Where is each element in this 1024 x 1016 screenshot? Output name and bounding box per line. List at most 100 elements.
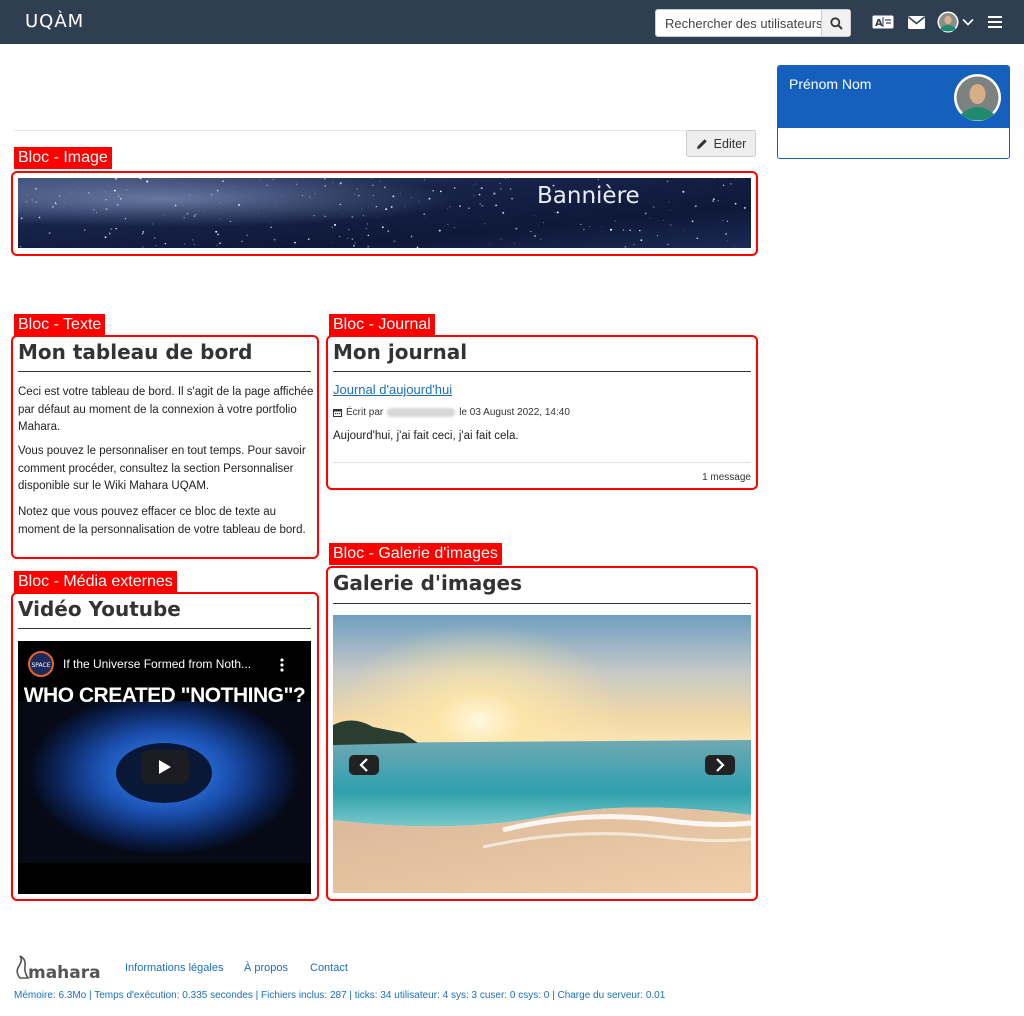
star-dot (105, 208, 108, 211)
site-logo[interactable]: UQÀM (25, 11, 84, 32)
star-dot (390, 205, 393, 208)
star-dot (743, 206, 746, 209)
profile-name[interactable]: Prénom Nom (789, 76, 871, 92)
star-dot (104, 190, 106, 192)
star-dot (210, 193, 213, 196)
star-dot (502, 211, 505, 214)
language-button[interactable]: A (872, 12, 894, 32)
edit-button[interactable]: Editer (686, 130, 756, 157)
star-dot (730, 197, 732, 199)
journal-block-title: Mon journal (333, 340, 468, 364)
more-options-icon[interactable] (280, 658, 284, 672)
star-dot (534, 215, 535, 216)
star-dot (281, 195, 283, 196)
star-dot (404, 207, 406, 208)
star-dot (164, 214, 166, 216)
star-dot (479, 203, 481, 205)
gallery-carousel (333, 615, 751, 893)
star-dot (199, 211, 201, 213)
star-dot (399, 193, 401, 194)
star-dot (656, 235, 659, 237)
star-dot (484, 223, 486, 225)
user-menu-button[interactable] (935, 11, 975, 33)
star-dot (117, 193, 119, 195)
star-dot (668, 201, 670, 203)
star-dot (296, 183, 298, 185)
search-icon (829, 16, 843, 30)
star-dot (73, 185, 75, 187)
star-dot (712, 198, 715, 201)
star-dot (453, 226, 456, 229)
author-name-redacted[interactable] (387, 408, 456, 417)
star-dot (146, 180, 149, 183)
star-dot (332, 242, 334, 243)
star-dot (215, 230, 218, 233)
star-dot (554, 211, 556, 213)
star-dot (371, 178, 372, 180)
star-dot (353, 244, 355, 247)
star-dot (424, 179, 425, 181)
gallery-next-button[interactable] (705, 755, 735, 775)
star-dot (270, 221, 272, 223)
media-block-rule (18, 628, 311, 629)
profile-avatar[interactable] (954, 74, 1001, 121)
gallery-prev-button[interactable] (349, 755, 379, 775)
language-icon: A (872, 15, 894, 29)
search-button[interactable] (821, 10, 850, 36)
star-dot (465, 204, 466, 206)
journal-block-rule (333, 371, 751, 372)
annotation-tag-text: Bloc - Texte (14, 314, 106, 336)
footer-link-legal[interactable]: Informations légales (125, 962, 223, 974)
star-dot (181, 202, 182, 203)
star-dot (471, 184, 473, 186)
channel-avatar[interactable]: SPACE (28, 651, 54, 677)
star-dot (54, 202, 56, 204)
text-block-paragraph-3: Notez que vous pouvez effacer ce bloc de… (18, 506, 306, 536)
star-dot (324, 178, 326, 180)
play-icon (159, 760, 171, 774)
top-navbar: UQÀM A (0, 0, 1024, 44)
messages-button[interactable] (905, 12, 927, 32)
star-dot (25, 200, 28, 203)
search-input[interactable] (656, 10, 821, 36)
star-dot (195, 213, 197, 216)
star-dot (428, 197, 431, 200)
hamburger-menu-icon (988, 16, 1002, 28)
star-dot (183, 216, 185, 219)
star-dot (356, 188, 358, 190)
video-title[interactable]: If the Universe Formed from Noth... (63, 657, 251, 671)
star-dot (495, 204, 497, 207)
star-dot (733, 246, 735, 248)
star-dot (203, 210, 205, 212)
page-divider (14, 130, 756, 131)
footer-link-about[interactable]: À propos (244, 962, 288, 974)
star-dot (69, 189, 70, 190)
star-dot (35, 187, 37, 190)
star-dot (64, 202, 66, 204)
star-dot (682, 190, 685, 193)
star-dot (105, 199, 107, 201)
mahara-logo[interactable]: mahara (14, 954, 101, 983)
journal-entry-link[interactable]: Journal d'aujourd'hui (333, 382, 452, 397)
star-dot (164, 242, 167, 245)
journal-entry-meta: Écrit par le 03 August 2022, 14:40 (333, 407, 570, 418)
star-dot (556, 211, 559, 214)
annotation-tag-image: Bloc - Image (14, 147, 112, 169)
play-button[interactable] (141, 750, 189, 784)
star-dot (229, 220, 232, 223)
star-dot (366, 228, 368, 230)
youtube-video-player[interactable]: SPACE If the Universe Formed from Noth..… (18, 641, 311, 894)
star-dot (726, 220, 729, 222)
star-dot (410, 196, 413, 199)
star-dot (423, 213, 426, 215)
star-dot (342, 213, 344, 214)
star-dot (694, 205, 697, 208)
footer-link-contact[interactable]: Contact (310, 962, 348, 974)
star-dot (362, 214, 365, 217)
star-dot (222, 180, 224, 183)
text-block-paragraph-2: Vous pouvez le personnaliser en tout tem… (18, 445, 306, 492)
main-menu-button[interactable] (984, 12, 1006, 32)
gallery-block-title: Galerie d'images (333, 571, 522, 595)
star-dot (500, 187, 502, 190)
star-dot (339, 203, 341, 206)
